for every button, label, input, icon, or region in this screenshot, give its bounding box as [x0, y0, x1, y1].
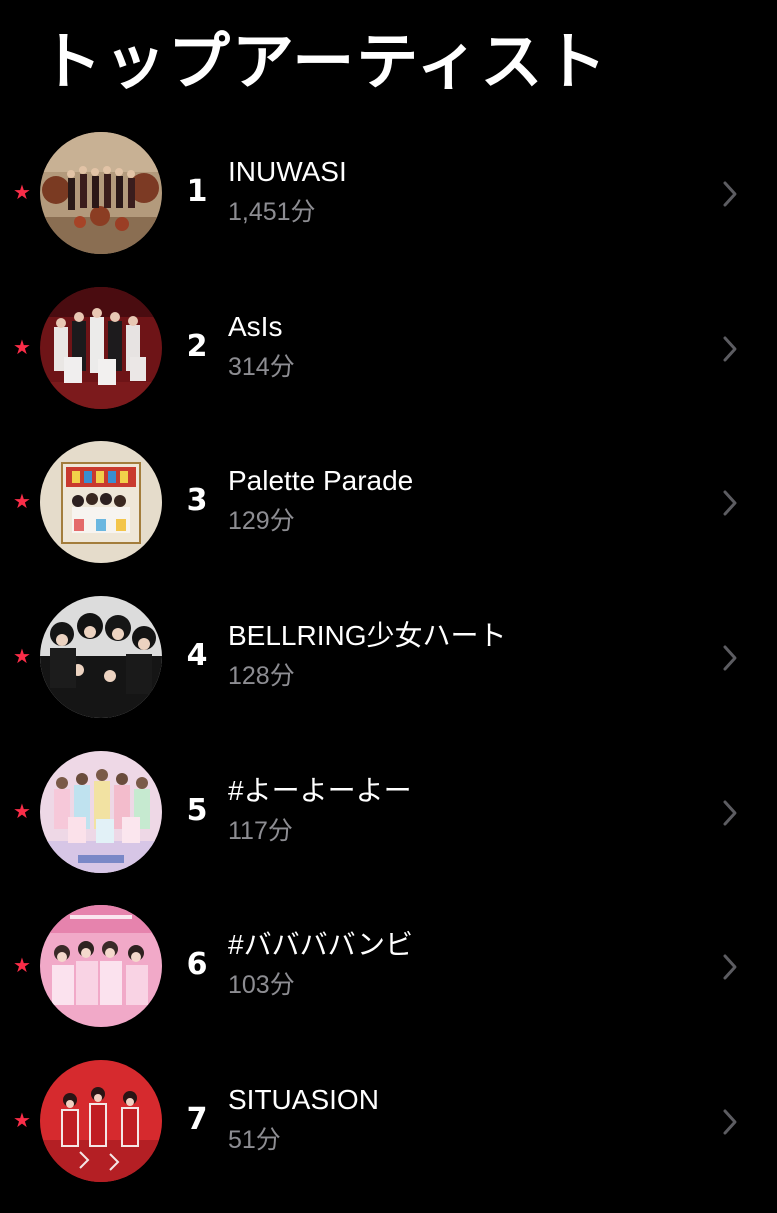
favorite-star-icon: ★	[13, 644, 31, 669]
chevron-right-icon	[723, 645, 737, 671]
artist-row-5[interactable]: ★ 5 #よーよーよー 117分	[0, 749, 777, 904]
artist-name: #ババババンビ	[228, 929, 413, 961]
artist-name: Palette Parade	[228, 465, 414, 497]
artist-photo-asis	[40, 286, 162, 409]
rank-number: 6	[186, 947, 208, 983]
artist-photo-bellring	[40, 596, 162, 719]
listening-minutes: 128分	[228, 662, 295, 691]
favorite-star-icon: ★	[13, 1108, 31, 1133]
chevron-right-icon	[723, 954, 737, 980]
artist-row-7[interactable]: ★ 7 SITUASION 51分	[0, 1058, 777, 1213]
chevron-right-icon	[723, 800, 737, 826]
chevron-right-icon	[723, 181, 737, 207]
artist-name: AsIs	[228, 310, 283, 342]
favorite-star-icon: ★	[13, 953, 31, 978]
listening-minutes: 117分	[228, 816, 293, 845]
chevron-right-icon	[723, 336, 737, 362]
artist-name: INUWASI	[228, 156, 347, 187]
listening-minutes: 51分	[228, 1126, 281, 1155]
chevron-right-icon	[723, 490, 737, 516]
favorite-star-icon: ★	[13, 489, 31, 514]
rank-number: 3	[186, 483, 208, 519]
favorite-star-icon: ★	[13, 334, 31, 359]
rank-number: 1	[186, 174, 208, 209]
page-title: トップアーティスト	[40, 25, 609, 98]
artist-name: SITUASION	[228, 1084, 379, 1116]
artist-row-2[interactable]: ★ 2 AsIs 314分	[0, 285, 777, 440]
rank-number: 2	[186, 328, 208, 364]
listening-minutes: 1,451分	[228, 198, 316, 226]
artist-photo-palette-parade	[40, 441, 162, 564]
rank-number: 7	[186, 1102, 208, 1138]
artist-row-6[interactable]: ★ 6 #ババババンビ 103分	[0, 903, 777, 1058]
artist-photo-babababanbi	[40, 905, 162, 1028]
top-artists-list: ★ 1 INUWASI 1,451分 ★ 2 AsIs 314分 ★ 3 Pal…	[0, 130, 777, 1213]
chevron-right-icon	[723, 1109, 737, 1135]
artist-photo-inuwasi	[40, 132, 162, 254]
artist-row-1[interactable]: ★ 1 INUWASI 1,451分	[0, 130, 777, 285]
artist-row-4[interactable]: ★ 4 BELLRING少女ハート 128分	[0, 594, 777, 749]
artist-row-3[interactable]: ★ 3 Palette Parade 129分	[0, 439, 777, 594]
artist-name: BELLRING少女ハート	[228, 620, 507, 652]
artist-name: #よーよーよー	[228, 774, 412, 806]
listening-minutes: 103分	[228, 971, 295, 1000]
listening-minutes: 314分	[228, 352, 295, 381]
favorite-star-icon: ★	[13, 180, 31, 204]
rank-number: 4	[186, 638, 208, 674]
favorite-star-icon: ★	[13, 798, 31, 823]
rank-number: 5	[186, 792, 208, 828]
listening-minutes: 129分	[228, 507, 295, 536]
artist-photo-yoyoyo	[40, 750, 162, 873]
artist-photo-situasion	[40, 1060, 162, 1183]
